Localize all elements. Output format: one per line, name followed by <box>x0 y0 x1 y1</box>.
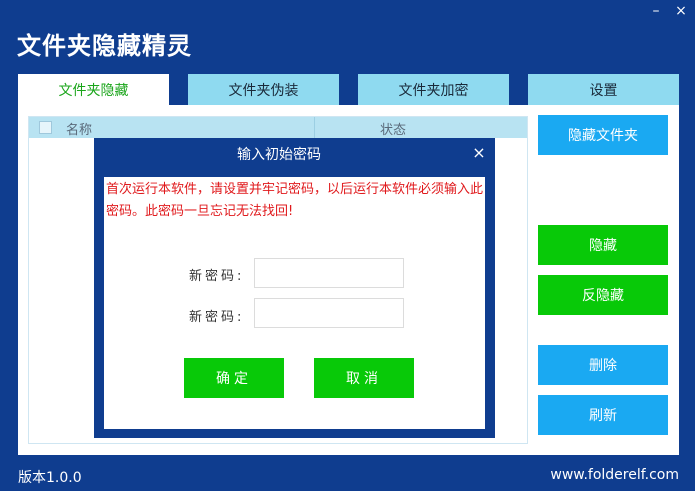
dialog-title: 输入初始密码 <box>237 147 321 163</box>
tab-encrypt-folder[interactable]: 文件夹加密 <box>358 74 509 105</box>
dialog-close-icon[interactable]: × <box>470 142 488 162</box>
ok-button[interactable]: 确定 <box>184 358 284 398</box>
version-label: 版本1.0.0 <box>18 470 82 486</box>
refresh-button[interactable]: 刷新 <box>538 395 668 435</box>
column-header-name[interactable]: 名称 <box>66 119 92 138</box>
confirm-password-label: 新密码: <box>189 310 245 325</box>
tab-settings[interactable]: 设置 <box>528 74 679 105</box>
column-header-status[interactable]: 状态 <box>380 119 406 138</box>
hide-folder-button[interactable]: 隐藏文件夹 <box>538 115 668 155</box>
minimize-button[interactable]: – <box>644 0 668 22</box>
app-title: 文件夹隐藏精灵 <box>17 32 192 60</box>
new-password-label: 新密码: <box>189 269 245 284</box>
new-password-input[interactable] <box>254 258 404 288</box>
warning-message: 首次运行本软件，请设置并牢记密码，以后运行本软件必须输入此密码。此密码一旦忘记无… <box>106 182 484 219</box>
tab-disguise-folder[interactable]: 文件夹伪装 <box>188 74 339 105</box>
website-link[interactable]: www.folderelf.com <box>550 467 679 483</box>
tab-hide-folder[interactable]: 文件夹隐藏 <box>18 74 169 105</box>
select-all-checkbox[interactable] <box>39 121 52 134</box>
cancel-button[interactable]: 取消 <box>314 358 414 398</box>
column-separator[interactable] <box>314 117 315 138</box>
list-header <box>29 117 527 138</box>
close-window-button[interactable]: × <box>669 0 693 22</box>
confirm-password-input[interactable] <box>254 298 404 328</box>
hide-button[interactable]: 隐藏 <box>538 225 668 265</box>
unhide-button[interactable]: 反隐藏 <box>538 275 668 315</box>
delete-button[interactable]: 删除 <box>538 345 668 385</box>
